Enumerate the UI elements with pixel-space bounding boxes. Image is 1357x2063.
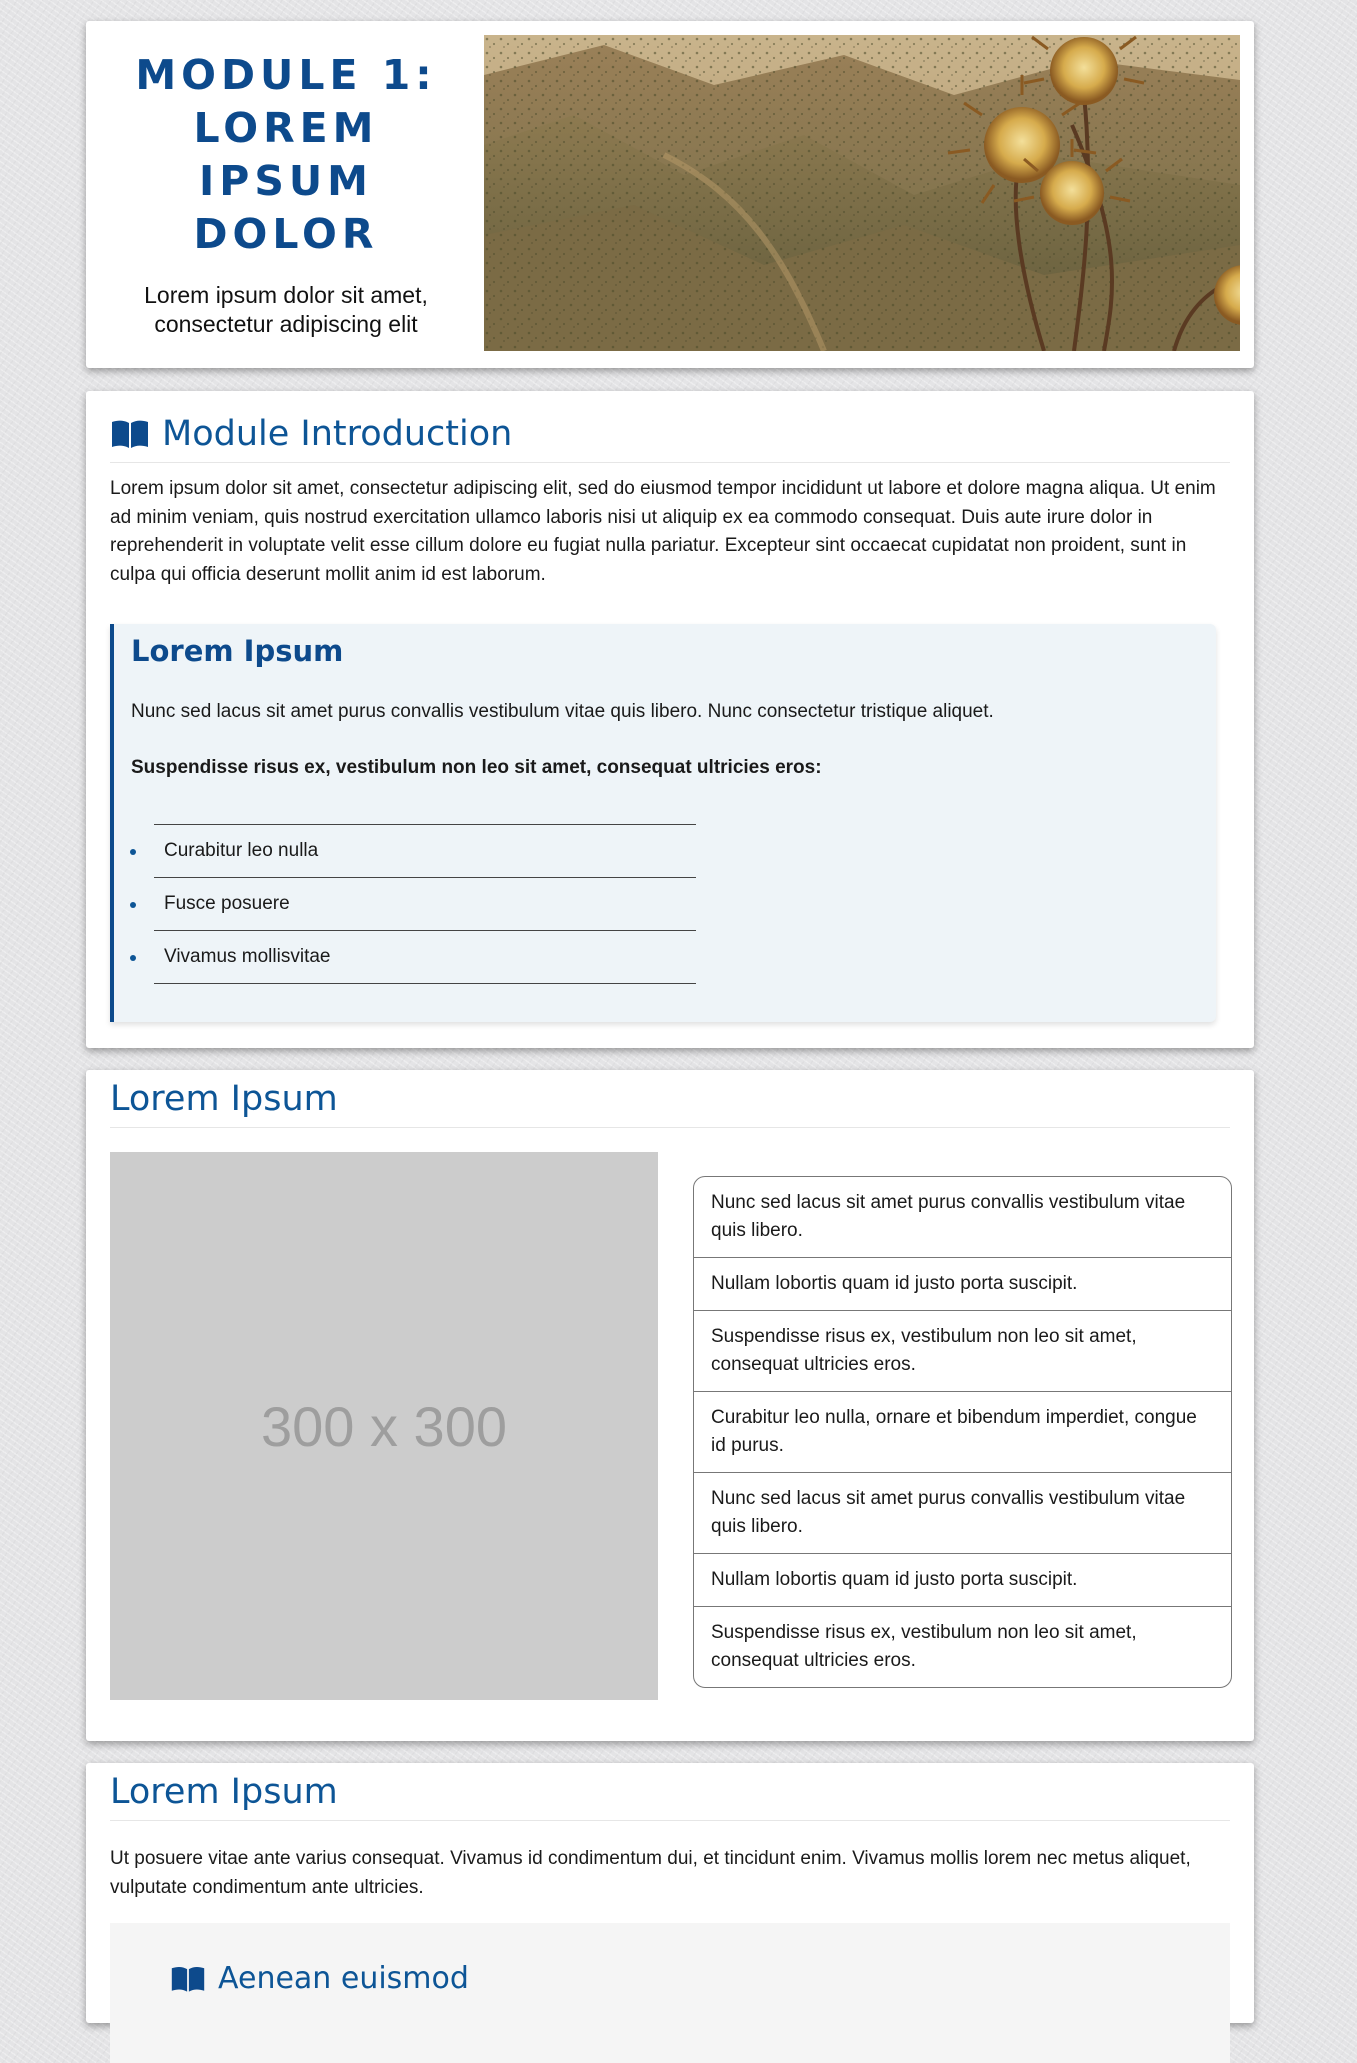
module-hero-card: MODULE 1: LOREM IPSUM DOLOR Lorem ipsum … [86, 21, 1254, 368]
list-item: Nullam lobortis quam id justo porta susc… [694, 1258, 1231, 1311]
section-title-text: Lorem Ipsum [110, 1078, 338, 1119]
book-open-icon [110, 418, 150, 450]
list-item: Nullam lobortis quam id justo porta susc… [694, 1554, 1231, 1607]
placeholder-image: 300 x 300 [110, 1152, 658, 1700]
hero-landscape-image [484, 35, 1240, 351]
module-title-line: IPSUM [199, 157, 373, 205]
subpanel: Aenean euismod [110, 1923, 1230, 2063]
callout-bold-text: Suspendisse risus ex, vestibulum non leo… [131, 757, 822, 778]
bullet-icon [130, 955, 136, 961]
section-title-text: Module Introduction [162, 413, 513, 454]
module-introduction-card: Module Introduction Lorem ipsum dolor si… [86, 391, 1254, 1048]
list-item-label: Curabitur leo nulla [164, 840, 319, 861]
module-introduction-heading: Module Introduction [110, 405, 1230, 463]
list-item: Nunc sed lacus sit amet purus convallis … [694, 1473, 1231, 1554]
section-heading: Lorem Ipsum [110, 1763, 1230, 1821]
list-item: Nunc sed lacus sit amet purus convallis … [694, 1177, 1231, 1258]
module-title-line: MODULE 1: [135, 51, 437, 99]
section-heading: Lorem Ipsum [110, 1070, 1230, 1128]
callout-bullet-list: Curabitur leo nulla Fusce posuere Vivamu… [130, 824, 696, 984]
book-open-icon [170, 1964, 206, 1994]
list-item-label: Fusce posuere [164, 893, 290, 914]
module-title-line: DOLOR [193, 210, 379, 258]
list-item: Suspendisse risus ex, vestibulum non leo… [711, 1622, 1137, 1671]
section-title-text: Lorem Ipsum [110, 1771, 338, 1812]
subpanel-heading: Aenean euismod [170, 1961, 469, 1996]
intro-paragraph: Lorem ipsum dolor sit amet, consectetur … [110, 478, 1216, 585]
lorem-ipsum-text-card: Lorem Ipsum Ut posuere vitae ante varius… [86, 1763, 1254, 2063]
module-subtitle: Lorem ipsum dolor sit amet, consectetur … [144, 282, 428, 337]
bullet-icon [130, 902, 136, 908]
bullet-icon [130, 849, 136, 855]
section-paragraph: Ut posuere vitae ante varius consequat. … [110, 1848, 1191, 1898]
lorem-ipsum-image-card: Lorem Ipsum 300 x 300 Nunc sed lacus sit… [86, 1070, 1254, 1741]
list-item-label: Vivamus mollisvitae [164, 946, 331, 967]
callout-box: Lorem Ipsum Nunc sed lacus sit amet puru… [110, 624, 1216, 1022]
info-list: Nunc sed lacus sit amet purus convallis … [693, 1176, 1232, 1688]
callout-text: Nunc sed lacus sit amet purus convallis … [131, 701, 994, 722]
module-title-line: LOREM [193, 104, 379, 152]
callout-title: Lorem Ipsum [131, 634, 344, 668]
hero-title-block: MODULE 1: LOREM IPSUM DOLOR Lorem ipsum … [86, 49, 486, 339]
list-item: Fusce posuere [130, 878, 696, 931]
module-title: MODULE 1: LOREM IPSUM DOLOR [86, 49, 486, 261]
list-item: Curabitur leo nulla [130, 825, 696, 878]
placeholder-label: 300 x 300 [261, 1394, 507, 1458]
list-item: Vivamus mollisvitae [130, 931, 696, 984]
subpanel-title-text: Aenean euismod [218, 1961, 469, 1996]
list-item: Curabitur leo nulla, ornare et bibendum … [694, 1392, 1231, 1473]
list-item: Suspendisse risus ex, vestibulum non leo… [694, 1311, 1231, 1392]
